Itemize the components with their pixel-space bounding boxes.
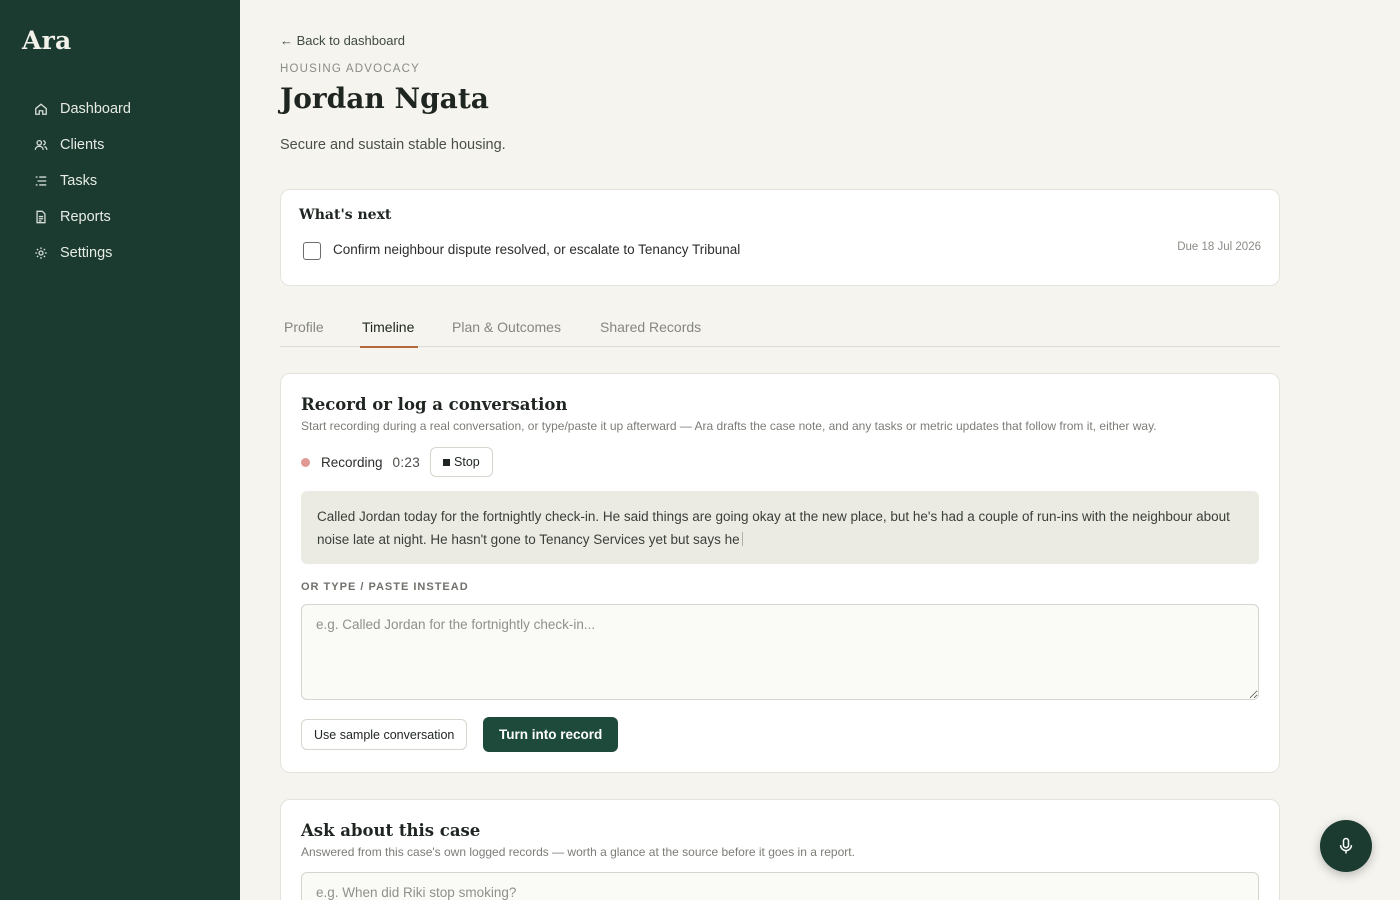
ask-input[interactable] — [301, 872, 1259, 900]
sidebar-item-label: Clients — [60, 137, 105, 153]
or-type-label: OR TYPE / PASTE INSTEAD — [301, 581, 469, 593]
brand-logo[interactable]: Ara — [22, 26, 71, 55]
record-conversation-card: Record or log a conversation Start recor… — [280, 373, 1280, 773]
conversation-textarea[interactable] — [301, 604, 1259, 700]
sidebar: Ara Dashboard Clients Tasks Reports Sett… — [0, 0, 240, 900]
text-caret — [741, 532, 743, 546]
turn-into-record-button[interactable]: Turn into record — [483, 717, 619, 752]
recording-timer: 0:23 — [392, 454, 421, 470]
sidebar-item-clients[interactable]: Clients — [34, 127, 131, 163]
record-description: Start recording during a real conversati… — [301, 419, 1157, 433]
back-to-dashboard-link[interactable]: ← Back to dashboard — [280, 33, 405, 48]
live-transcript: Called Jordan today for the fortnightly … — [301, 491, 1259, 564]
home-icon — [35, 103, 47, 115]
use-sample-button[interactable]: Use sample conversation — [301, 719, 468, 750]
sidebar-item-dashboard[interactable]: Dashboard — [34, 91, 131, 127]
tab-timeline[interactable]: Timeline — [360, 319, 419, 348]
case-category: HOUSING ADVOCACY — [280, 63, 420, 75]
tab-shared-records[interactable]: Shared Records — [600, 319, 701, 346]
sidebar-item-label: Settings — [60, 245, 113, 261]
sidebar-item-reports[interactable]: Reports — [34, 199, 131, 235]
list-icon — [35, 176, 47, 186]
sidebar-item-tasks[interactable]: Tasks — [34, 163, 131, 199]
microphone-icon — [1339, 837, 1353, 854]
document-icon — [36, 210, 46, 224]
sidebar-nav: Dashboard Clients Tasks Reports Settings — [34, 91, 131, 271]
whats-next-heading: What's next — [299, 207, 392, 223]
ask-case-card: Ask about this case Answered from this c… — [280, 799, 1280, 900]
transcript-text: Called Jordan today for the fortnightly … — [317, 509, 1230, 547]
ask-description: Answered from this case's own logged rec… — [301, 845, 855, 859]
users-icon — [34, 139, 48, 150]
sidebar-item-label: Dashboard — [60, 101, 131, 117]
record-heading: Record or log a conversation — [301, 395, 568, 414]
voice-record-button[interactable] — [1320, 820, 1372, 872]
ask-heading: Ask about this case — [301, 821, 481, 840]
task-due-date: Due 18 Jul 2026 — [1177, 241, 1261, 253]
sidebar-item-settings[interactable]: Settings — [34, 235, 131, 271]
recording-dot-icon — [301, 457, 310, 467]
sidebar-item-label: Tasks — [60, 173, 98, 189]
gear-icon — [35, 247, 47, 259]
tab-plan-outcomes[interactable]: Plan & Outcomes — [452, 319, 561, 346]
recording-label: Recording — [321, 454, 383, 470]
case-tabs: Profile Timeline Plan & Outcomes Shared … — [280, 310, 1280, 348]
sidebar-item-label: Reports — [60, 209, 111, 225]
tab-profile[interactable]: Profile — [284, 319, 324, 346]
whats-next-card: What's next Confirm neighbour dispute re… — [280, 189, 1280, 286]
task-text: Confirm neighbour dispute resolved, or e… — [333, 242, 741, 257]
stop-icon — [443, 458, 451, 466]
stop-button[interactable]: Stop — [430, 447, 493, 477]
case-goal: Secure and sustain stable housing. — [280, 137, 506, 153]
recording-status: Recording 0:23 Stop — [301, 447, 493, 477]
stop-label: Stop — [454, 455, 480, 469]
task-checkbox[interactable] — [303, 242, 321, 260]
page-title: Jordan Ngata — [280, 82, 489, 115]
